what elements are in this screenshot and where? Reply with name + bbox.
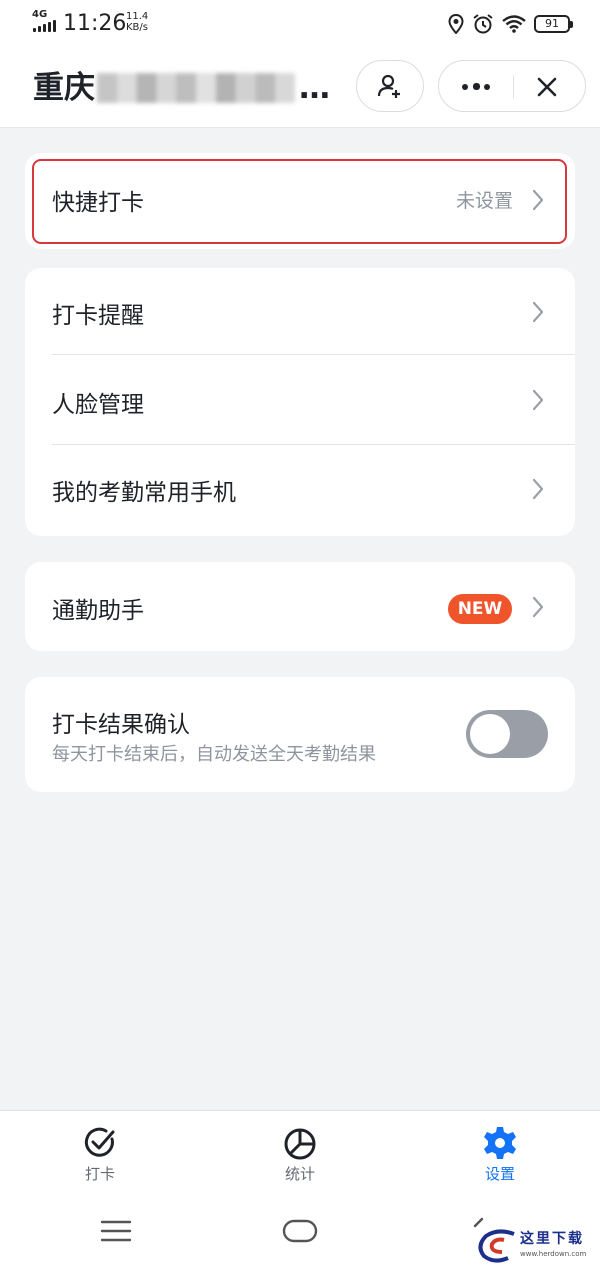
list-item-common-phone[interactable]: 我的考勤常用手机 [25, 445, 575, 536]
result-confirm-card: 打卡结果确认 每天打卡结束后，自动发送全天考勤结果 [25, 677, 575, 792]
title-prefix: 重庆 [33, 70, 95, 106]
capsule-menu [438, 60, 586, 112]
redacted-company-name [97, 73, 295, 103]
face-management-label: 人脸管理 [52, 392, 144, 418]
settings-group-card: 打卡提醒 人脸管理 我的考勤常用手机 [25, 268, 575, 536]
chevron-right-icon [532, 596, 544, 618]
commute-assistant-card[interactable]: 通勤助手 NEW [25, 562, 575, 651]
speed-value: 11.4 [126, 11, 149, 22]
alarm-icon [473, 14, 493, 34]
list-item-checkin-reminder[interactable]: 打卡提醒 [25, 268, 575, 355]
tab-settings[interactable]: 设置 [440, 1111, 560, 1196]
watermark-text: 这里下载 [520, 1231, 584, 1247]
signal-icon [33, 20, 57, 32]
settings-gear-icon [484, 1127, 516, 1159]
menu-icon[interactable] [100, 1219, 132, 1243]
list-item-face-management[interactable]: 人脸管理 [25, 355, 575, 444]
statistics-icon [284, 1128, 316, 1160]
watermark-url: www.herdown.com [520, 1250, 587, 1258]
watermark: 这里下载 www.herdown.com [470, 1222, 600, 1267]
chevron-right-icon [532, 389, 544, 411]
checkin-icon [84, 1127, 115, 1157]
checkin-reminder-label: 打卡提醒 [52, 303, 144, 329]
commute-assistant-label: 通勤助手 [52, 598, 144, 624]
common-phone-label: 我的考勤常用手机 [52, 480, 236, 506]
bottom-tab-bar: 打卡 统计 设置 [0, 1110, 600, 1195]
watermark-logo [478, 1229, 515, 1263]
toggle-knob [470, 714, 510, 754]
tab-statistics[interactable]: 统计 [240, 1111, 360, 1196]
tab-settings-label: 设置 [484, 1165, 515, 1183]
location-icon [448, 14, 464, 34]
result-confirm-label: 打卡结果确认 [52, 712, 190, 738]
result-confirm-toggle[interactable] [466, 710, 548, 758]
chevron-right-icon [532, 478, 544, 500]
home-icon[interactable] [282, 1219, 318, 1243]
wifi-icon [502, 15, 526, 33]
tab-checkin-label: 打卡 [84, 1165, 115, 1183]
tab-checkin[interactable]: 打卡 [40, 1111, 160, 1196]
battery-icon: 91 [534, 15, 573, 33]
add-member-button[interactable] [356, 60, 424, 112]
highlight-box [32, 159, 567, 244]
status-bar: 4G 11:26 11.4 KB/s 91 [0, 0, 600, 48]
network-type: 4G [32, 9, 48, 20]
more-icon[interactable] [462, 79, 490, 95]
result-confirm-description: 每天打卡结束后，自动发送全天考勤结果 [52, 744, 376, 765]
chevron-right-icon [532, 301, 544, 323]
title-ellipsis: … [299, 70, 330, 106]
network-speed: 11.4 KB/s [126, 11, 148, 33]
add-member-icon [377, 74, 400, 98]
capsule-divider [513, 75, 514, 99]
status-time: 11:26 [63, 11, 127, 36]
tab-statistics-label: 统计 [284, 1165, 315, 1183]
speed-unit: KB/s [126, 22, 148, 33]
new-badge: NEW [448, 594, 512, 624]
page-title: 重庆 … [33, 68, 330, 108]
app-header: 重庆 … [0, 48, 600, 128]
close-icon[interactable] [535, 75, 559, 99]
